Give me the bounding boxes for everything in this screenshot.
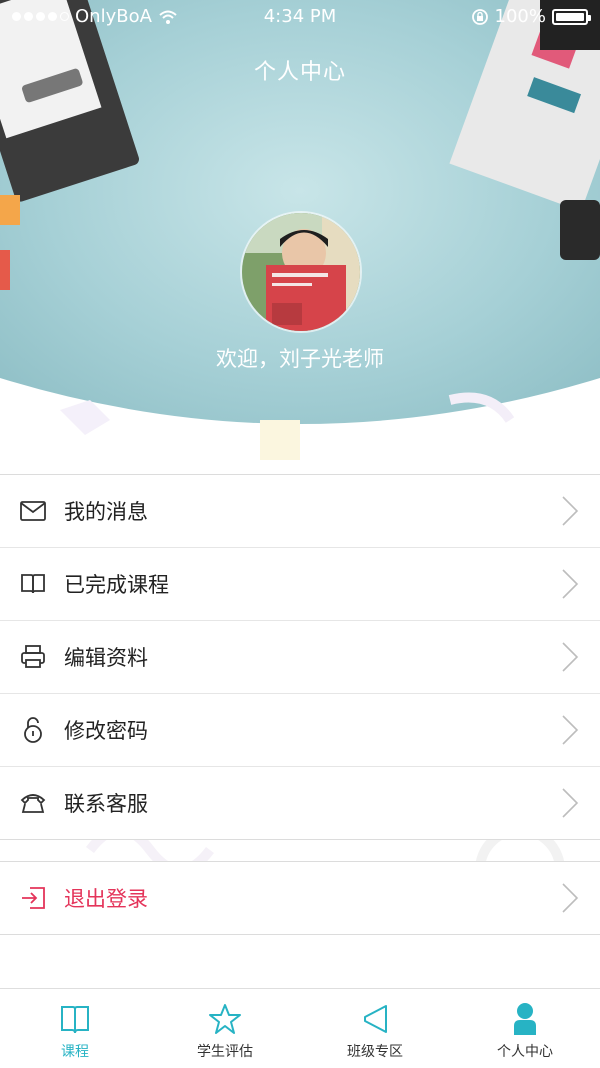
tab-profile[interactable]: 个人中心 xyxy=(450,989,600,1068)
tab-label: 学生评估 xyxy=(197,1044,253,1060)
status-bar: OnlyBoA 4:34 PM 100% xyxy=(0,0,600,34)
logout-icon xyxy=(20,885,46,911)
menu-item-label: 修改密码 xyxy=(64,719,148,743)
phone-icon xyxy=(20,790,46,816)
book-open-icon xyxy=(57,1001,93,1037)
profile-header: OnlyBoA 4:34 PM 100% 个人中心 欢迎，刘子光老师 xyxy=(0,0,600,440)
menu-item-label: 编辑资料 xyxy=(64,646,148,670)
menu-item-completed-courses[interactable]: 已完成课程 xyxy=(0,548,600,621)
star-icon xyxy=(207,1001,243,1037)
tab-bar: 课程 学生评估 班级专区 个人中心 xyxy=(0,988,600,1068)
menu-item-contact-service[interactable]: 联系客服 xyxy=(0,767,600,839)
person-icon xyxy=(507,1001,543,1037)
chevron-right-icon xyxy=(562,788,579,818)
tab-label: 个人中心 xyxy=(497,1044,553,1060)
megaphone-icon xyxy=(357,1001,393,1037)
chevron-right-icon xyxy=(562,642,579,672)
printer-icon xyxy=(20,644,46,670)
menu-item-label: 联系客服 xyxy=(64,792,148,816)
chevron-right-icon xyxy=(562,496,579,526)
rotation-lock-icon xyxy=(471,8,488,25)
welcome-message: 欢迎，刘子光老师 xyxy=(216,347,384,371)
page-title: 个人中心 xyxy=(253,60,346,85)
chevron-right-icon xyxy=(562,883,579,913)
menu-item-label: 我的消息 xyxy=(64,500,148,524)
tab-label: 课程 xyxy=(61,1044,89,1060)
settings-menu: 我的消息 已完成课程 编辑资料 修改密码 联系客服 xyxy=(0,474,600,840)
menu-item-change-password[interactable]: 修改密码 xyxy=(0,694,600,767)
mail-icon xyxy=(20,498,46,524)
avatar[interactable] xyxy=(240,211,362,333)
battery-percent: 100% xyxy=(494,6,546,27)
tab-label: 班级专区 xyxy=(347,1044,403,1060)
chevron-right-icon xyxy=(562,715,579,745)
logout-group: 退出登录 xyxy=(0,861,600,935)
book-icon xyxy=(20,571,46,597)
logout-button[interactable]: 退出登录 xyxy=(0,862,600,934)
battery-icon xyxy=(552,8,591,25)
tab-courses[interactable]: 课程 xyxy=(0,989,150,1068)
tab-class-zone[interactable]: 班级专区 xyxy=(300,989,450,1068)
chevron-right-icon xyxy=(562,569,579,599)
tab-student-evaluation[interactable]: 学生评估 xyxy=(150,989,300,1068)
menu-item-messages[interactable]: 我的消息 xyxy=(0,475,600,548)
menu-item-edit-profile[interactable]: 编辑资料 xyxy=(0,621,600,694)
lock-icon xyxy=(20,717,46,743)
logout-label: 退出登录 xyxy=(64,887,148,911)
menu-item-label: 已完成课程 xyxy=(64,573,169,597)
